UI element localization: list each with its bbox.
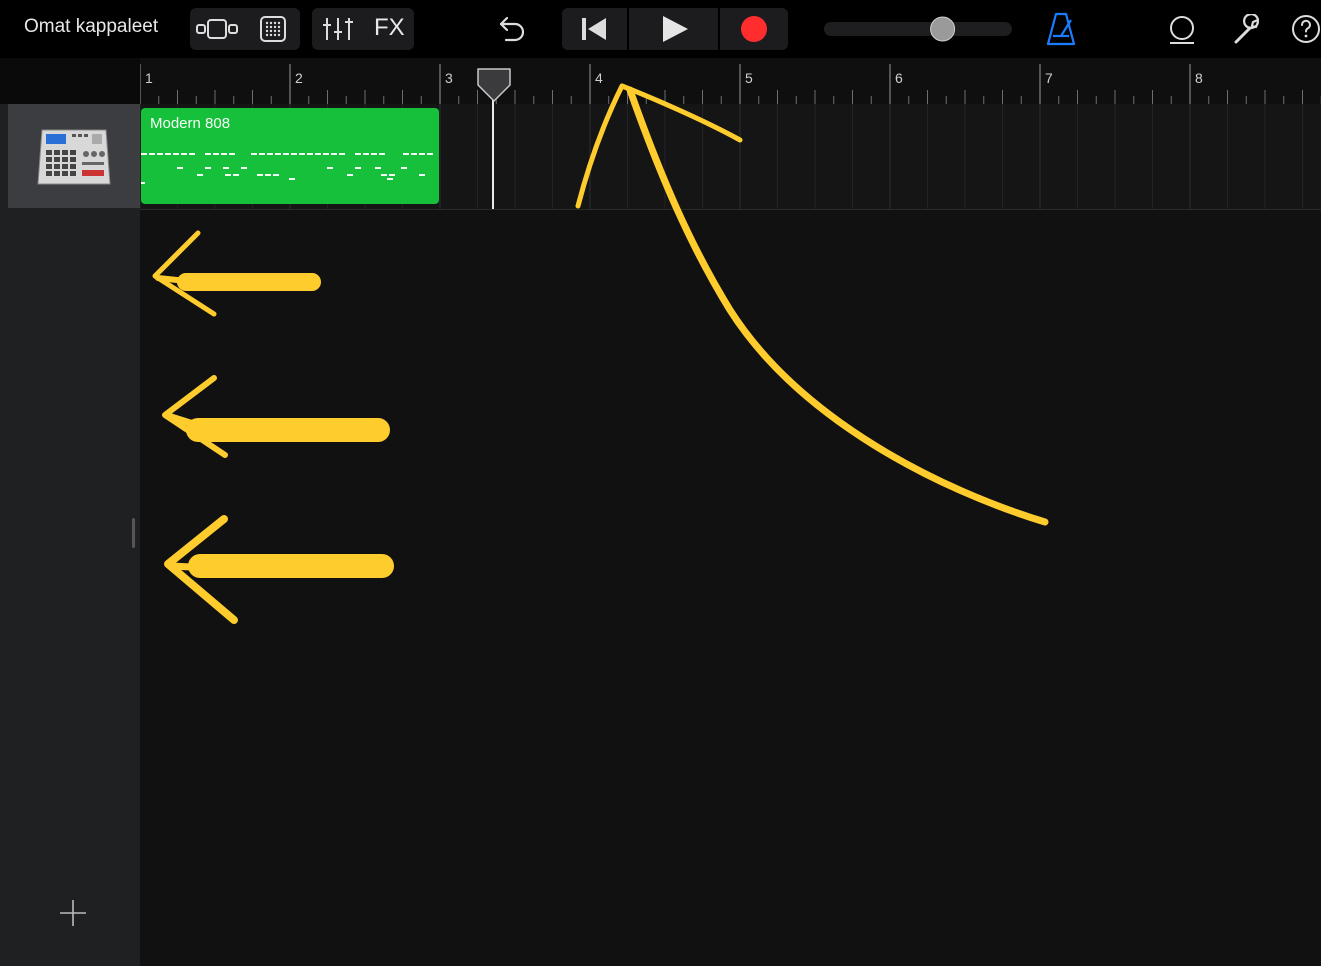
transport-divider: [627, 8, 629, 50]
region-name: Modern 808: [150, 115, 231, 132]
help-icon[interactable]: [1291, 14, 1321, 49]
metronome-icon[interactable]: [1046, 12, 1076, 51]
timeline-ruler[interactable]: 1 2 3 4 5 6 7 8: [140, 58, 1321, 105]
ruler-bar-label: 6: [895, 70, 903, 86]
settings-wrench-icon[interactable]: [1232, 13, 1264, 51]
track-headers-column: [0, 104, 141, 966]
plus-icon: [60, 900, 86, 926]
header-resize-handle[interactable]: [132, 518, 135, 548]
transport-divider: [718, 8, 720, 50]
record-icon[interactable]: [740, 15, 768, 48]
add-track-button[interactable]: [58, 898, 88, 928]
undo-icon[interactable]: [498, 14, 526, 49]
ruler-bar-label: 2: [295, 70, 303, 86]
ruler-bar-label: 5: [745, 70, 753, 86]
toolbar: Omat kappaleet FX: [0, 0, 1321, 58]
garageband-window: Omat kappaleet FX 1 2 3 4 5 6 7 8 Modern…: [0, 0, 1321, 966]
play-icon[interactable]: [660, 15, 690, 48]
ruler-bar-label: 1: [145, 70, 153, 86]
ruler-bar-label: 4: [595, 70, 603, 86]
playhead-handle[interactable]: [476, 67, 512, 108]
mixer-icon[interactable]: [322, 16, 354, 47]
fx-button[interactable]: FX: [374, 14, 405, 42]
ruler-bar-label: 8: [1195, 70, 1203, 86]
loop-browser-icon[interactable]: [1166, 14, 1198, 51]
ruler-bar-label: 3: [445, 70, 453, 86]
view-toggle-icon[interactable]: [196, 16, 238, 47]
tracks-area[interactable]: [140, 104, 1321, 966]
ruler-ticks: [140, 64, 1321, 104]
track-header-drums[interactable]: [8, 104, 140, 208]
my-songs-button[interactable]: Omat kappaleet: [24, 16, 158, 38]
region-pattern: [141, 153, 433, 184]
tempo-slider[interactable]: [824, 16, 1014, 47]
drum-machine-icon: [36, 126, 112, 188]
drummer-region[interactable]: Modern 808: [141, 108, 439, 204]
go-to-beginning-icon[interactable]: [580, 16, 608, 47]
ruler-bar-label: 7: [1045, 70, 1053, 86]
tracks-grid-icon[interactable]: [259, 15, 287, 48]
